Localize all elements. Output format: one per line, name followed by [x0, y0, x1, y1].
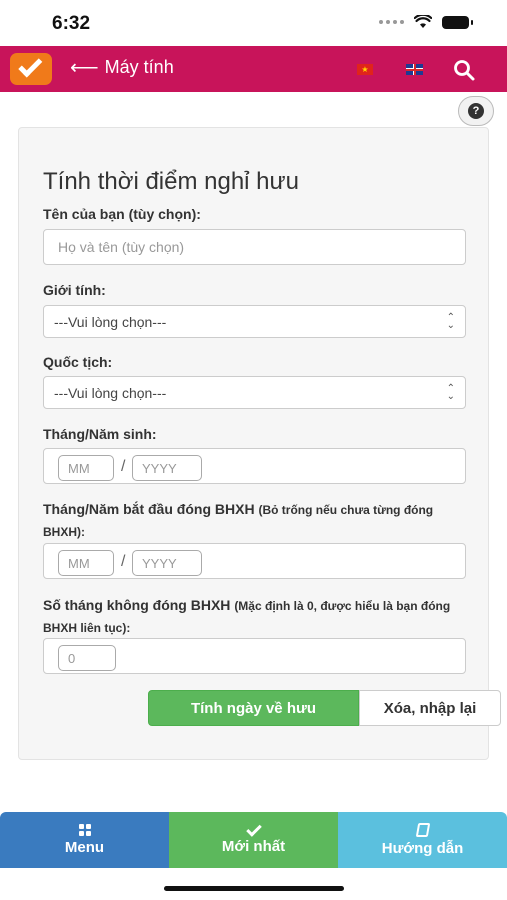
nav-menu-label: Menu [64, 839, 105, 856]
nav-menu[interactable]: Menu [0, 812, 169, 868]
back-title: Máy tính [104, 57, 174, 77]
birth-label: Tháng/Năm sinh: [43, 426, 157, 442]
birth-month-input[interactable]: MM [58, 455, 114, 481]
name-field[interactable]: Họ và tên (tùy chọn) [43, 229, 466, 265]
question-icon: ? [468, 103, 484, 119]
back-arrow-icon: ⟵ [70, 56, 99, 79]
app-logo[interactable] [10, 53, 52, 85]
nav-guide[interactable]: Hướng dẫn [338, 812, 507, 868]
calculator-card: Tính thời điểm nghỉ hưu Tên của bạn (tùy… [18, 127, 489, 760]
months-unpaid-label-text: Số tháng không đóng BHXH [43, 597, 231, 613]
check-icon [245, 821, 262, 837]
nationality-label: Quốc tịch: [43, 354, 113, 370]
battery-icon [442, 15, 473, 29]
app-header: ⟵ Máy tính ★ [0, 46, 507, 92]
nationality-selected: ---Vui lòng chọn--- [54, 384, 167, 401]
gender-select[interactable]: ---Vui lòng chọn--- ⌃ ⌄ [43, 305, 466, 338]
gender-label: Giới tính: [43, 282, 106, 298]
home-indicator[interactable] [164, 886, 344, 891]
insurance-month-input[interactable]: MM [58, 550, 114, 576]
help-button[interactable]: ? [458, 96, 494, 126]
chevron-updown-icon: ⌃ ⌄ [446, 382, 455, 402]
nav-guide-label: Hướng dẫn [381, 840, 464, 857]
grid-icon [78, 824, 91, 836]
book-icon [415, 823, 430, 837]
search-icon[interactable] [452, 58, 476, 82]
signal-icon [379, 20, 404, 24]
birth-year-input[interactable]: YYYY [132, 455, 202, 481]
nav-latest-label: Mới nhất [221, 838, 286, 855]
nationality-select[interactable]: ---Vui lòng chọn--- ⌃ ⌄ [43, 376, 466, 409]
nav-latest[interactable]: Mới nhất [169, 812, 338, 868]
vn-flag-icon[interactable]: ★ [357, 64, 373, 75]
insurance-start-label: Tháng/Năm bắt đầu đóng BHXH (Bỏ trống nế… [43, 499, 453, 543]
name-label: Tên của bạn (tùy chọn): [43, 206, 201, 222]
gender-selected: ---Vui lòng chọn--- [54, 313, 167, 330]
date-separator: / [121, 553, 126, 570]
reset-button[interactable]: Xóa, nhập lại [359, 690, 501, 726]
calculate-button[interactable]: Tính ngày về hưu [148, 690, 359, 726]
birth-date-group: MM / YYYY [43, 448, 466, 484]
chevron-updown-icon: ⌃ ⌄ [446, 311, 455, 331]
uk-flag-icon[interactable] [406, 64, 423, 75]
insurance-start-group: MM / YYYY [43, 543, 466, 579]
months-unpaid-label: Số tháng không đóng BHXH (Mặc định là 0,… [43, 595, 471, 639]
wifi-icon [414, 15, 432, 28]
status-icons [379, 15, 473, 29]
months-unpaid-input[interactable]: 0 [58, 645, 116, 671]
insurance-year-input[interactable]: YYYY [132, 550, 202, 576]
date-separator: / [121, 458, 126, 475]
status-bar: 6:32 [0, 0, 507, 46]
bottom-nav: Menu Mới nhất Hướng dẫn [0, 812, 507, 868]
page-title: Tính thời điểm nghỉ hưu [43, 168, 299, 195]
insurance-start-label-text: Tháng/Năm bắt đầu đóng BHXH [43, 501, 255, 517]
months-unpaid-group: 0 [43, 638, 466, 674]
status-time: 6:32 [52, 13, 91, 34]
back-button[interactable]: ⟵ Máy tính [70, 57, 174, 78]
